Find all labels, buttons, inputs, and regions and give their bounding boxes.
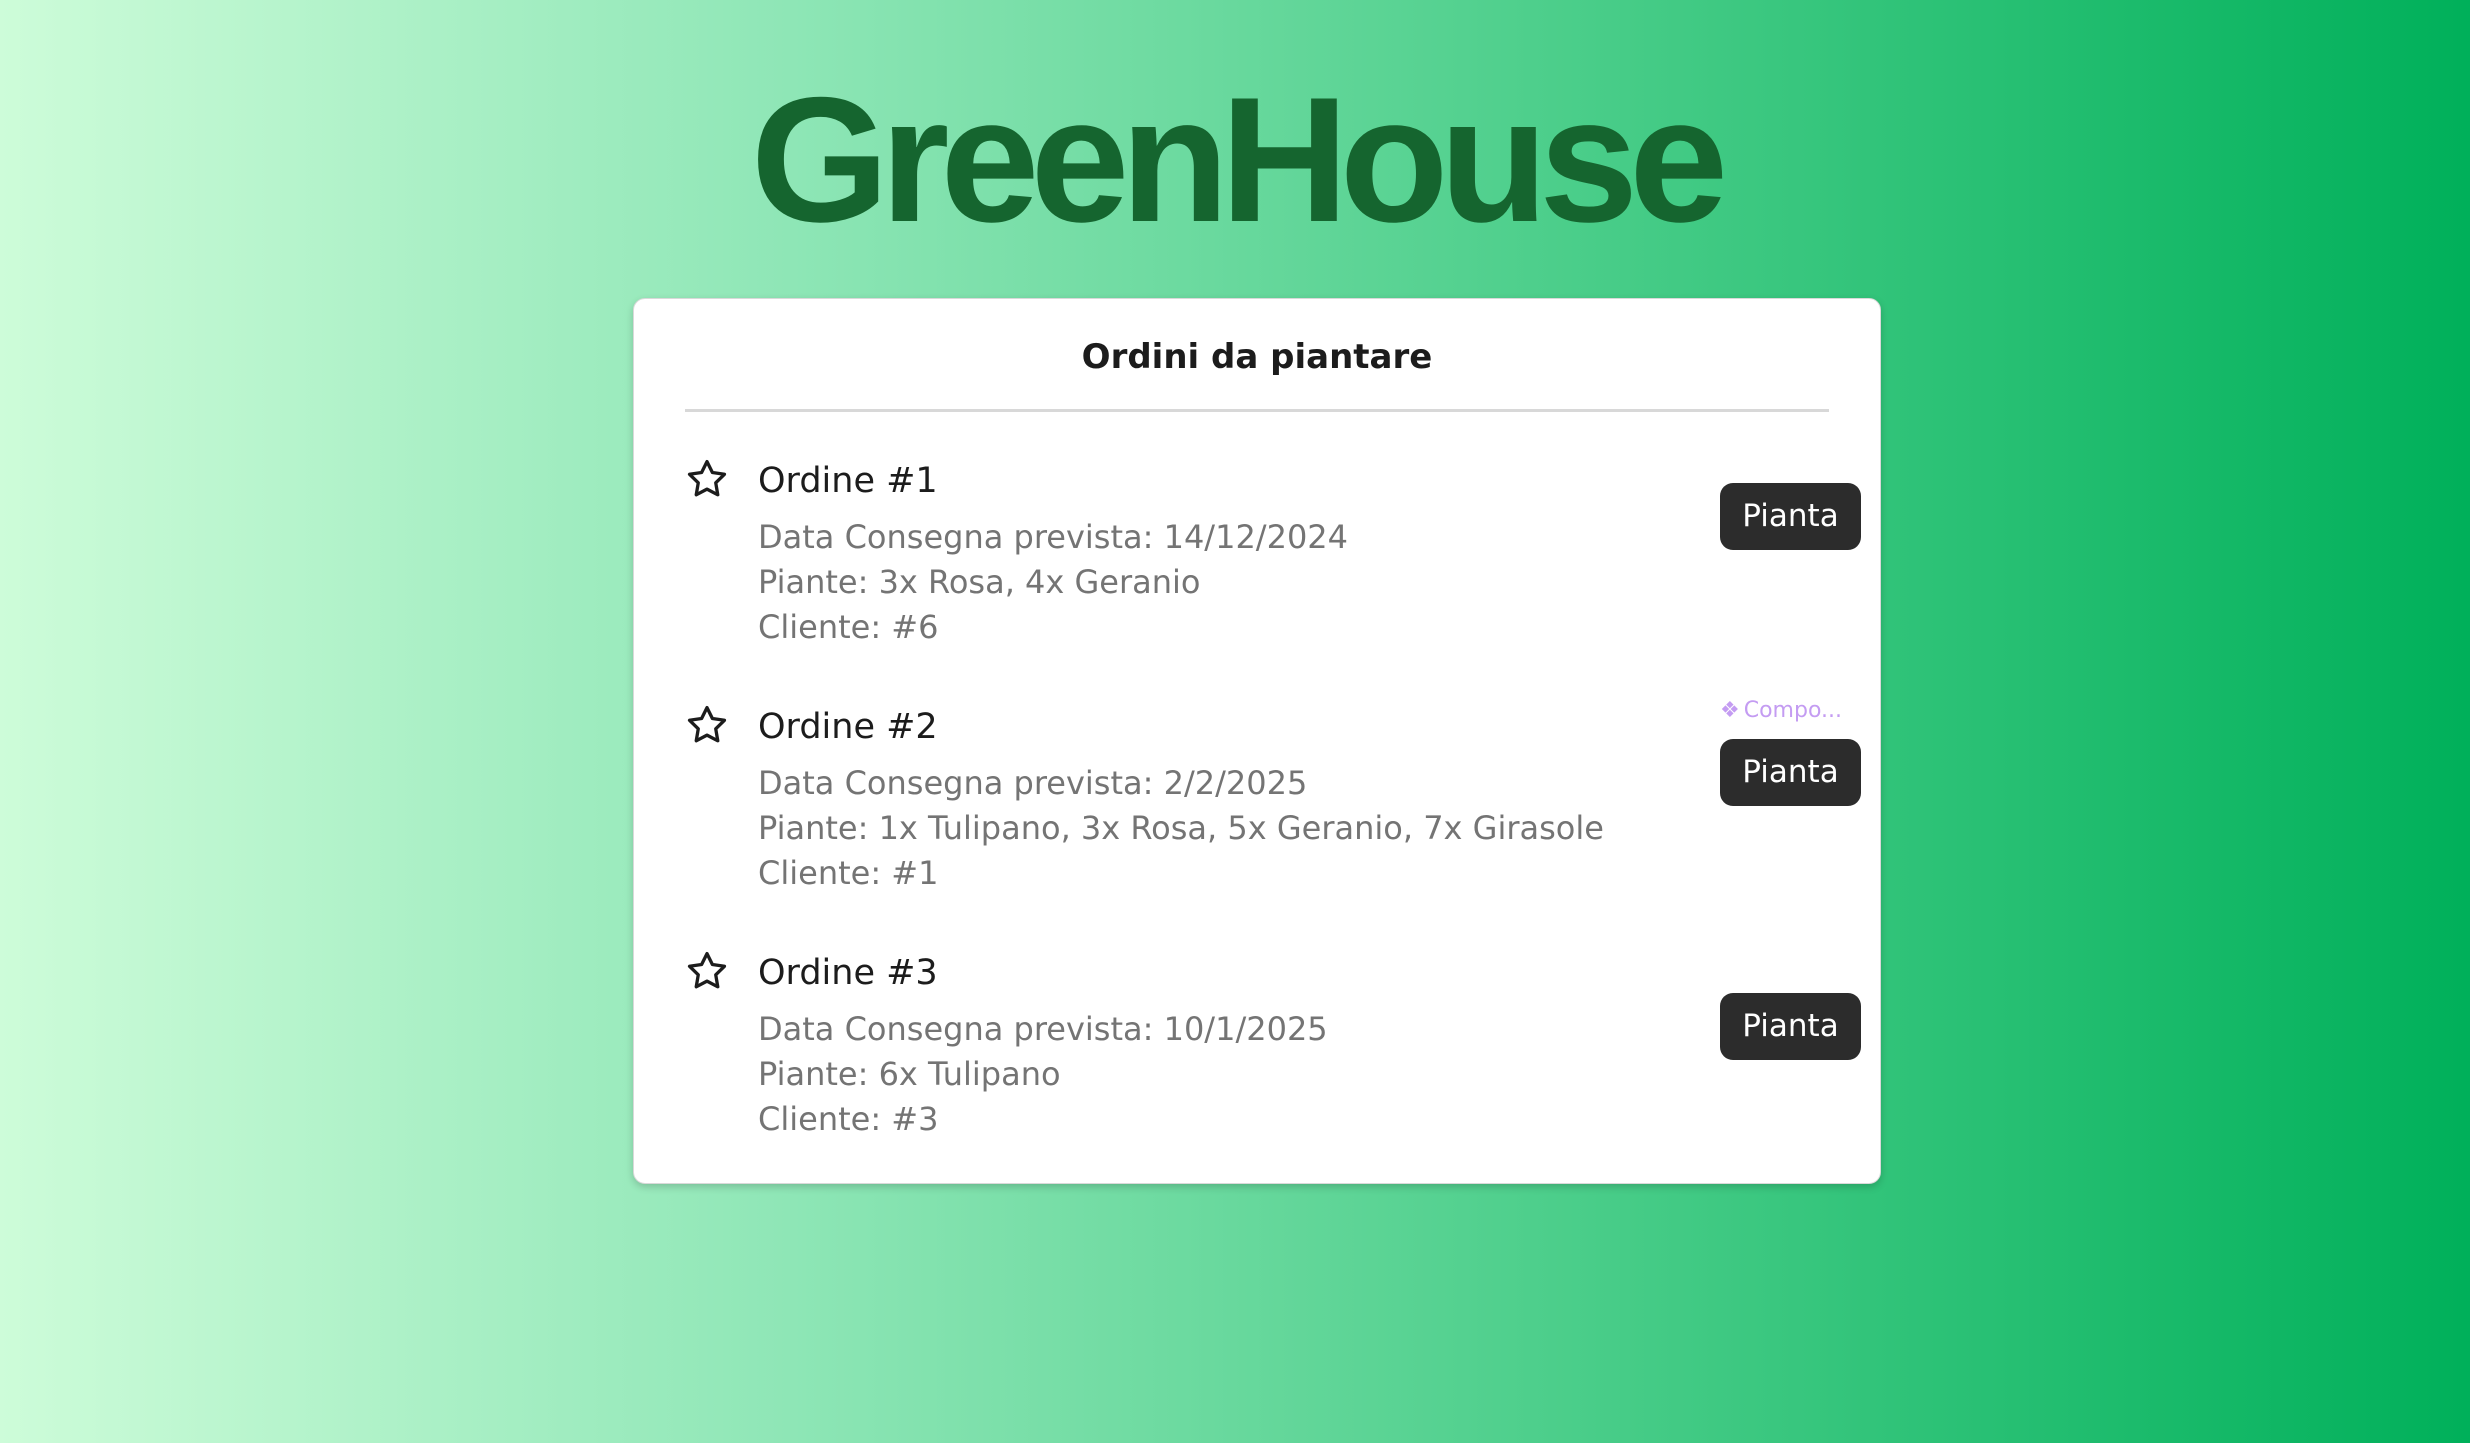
star-icon[interactable]: [685, 457, 729, 501]
order-item-3: Ordine #3 Data Consegna prevista: 10/1/2…: [685, 949, 1861, 1149]
component-tag-label: Compo...: [1743, 698, 1843, 723]
order-client: Cliente: #3: [758, 1100, 939, 1138]
orders-card: Ordini da piantare Ordine #1 Data Conseg…: [633, 298, 1881, 1184]
star-icon[interactable]: [685, 703, 729, 747]
order-client: Cliente: #6: [758, 608, 939, 646]
order-client: Cliente: #1: [758, 854, 939, 892]
order-plants: Piante: 1x Tulipano, 3x Rosa, 5x Geranio…: [758, 809, 1604, 847]
order-item-2: Ordine #2 Data Consegna prevista: 2/2/20…: [685, 698, 1861, 903]
pianta-button[interactable]: Pianta: [1720, 739, 1861, 806]
order-plants: Piante: 3x Rosa, 4x Geranio: [758, 563, 1201, 601]
component-diamond-icon: ❖: [1720, 698, 1740, 723]
order-plants: Piante: 6x Tulipano: [758, 1055, 1061, 1093]
order-name: Ordine #1: [758, 461, 938, 501]
order-delivery-date: Data Consegna prevista: 14/12/2024: [758, 518, 1349, 556]
app-title: GreenHouse: [750, 60, 1728, 259]
order-item-1: Ordine #1 Data Consegna prevista: 14/12/…: [685, 457, 1861, 657]
order-name: Ordine #3: [758, 953, 938, 993]
order-name: Ordine #2: [758, 707, 938, 747]
card-title: Ordini da piantare: [1081, 337, 1433, 377]
star-icon[interactable]: [685, 949, 729, 993]
card-divider: [685, 409, 1829, 412]
order-delivery-date: Data Consegna prevista: 10/1/2025: [758, 1010, 1328, 1048]
order-delivery-date: Data Consegna prevista: 2/2/2025: [758, 764, 1308, 802]
pianta-button[interactable]: Pianta: [1720, 993, 1861, 1060]
pianta-button[interactable]: Pianta: [1720, 483, 1861, 550]
component-tag[interactable]: ❖ Compo...: [1720, 696, 1842, 726]
